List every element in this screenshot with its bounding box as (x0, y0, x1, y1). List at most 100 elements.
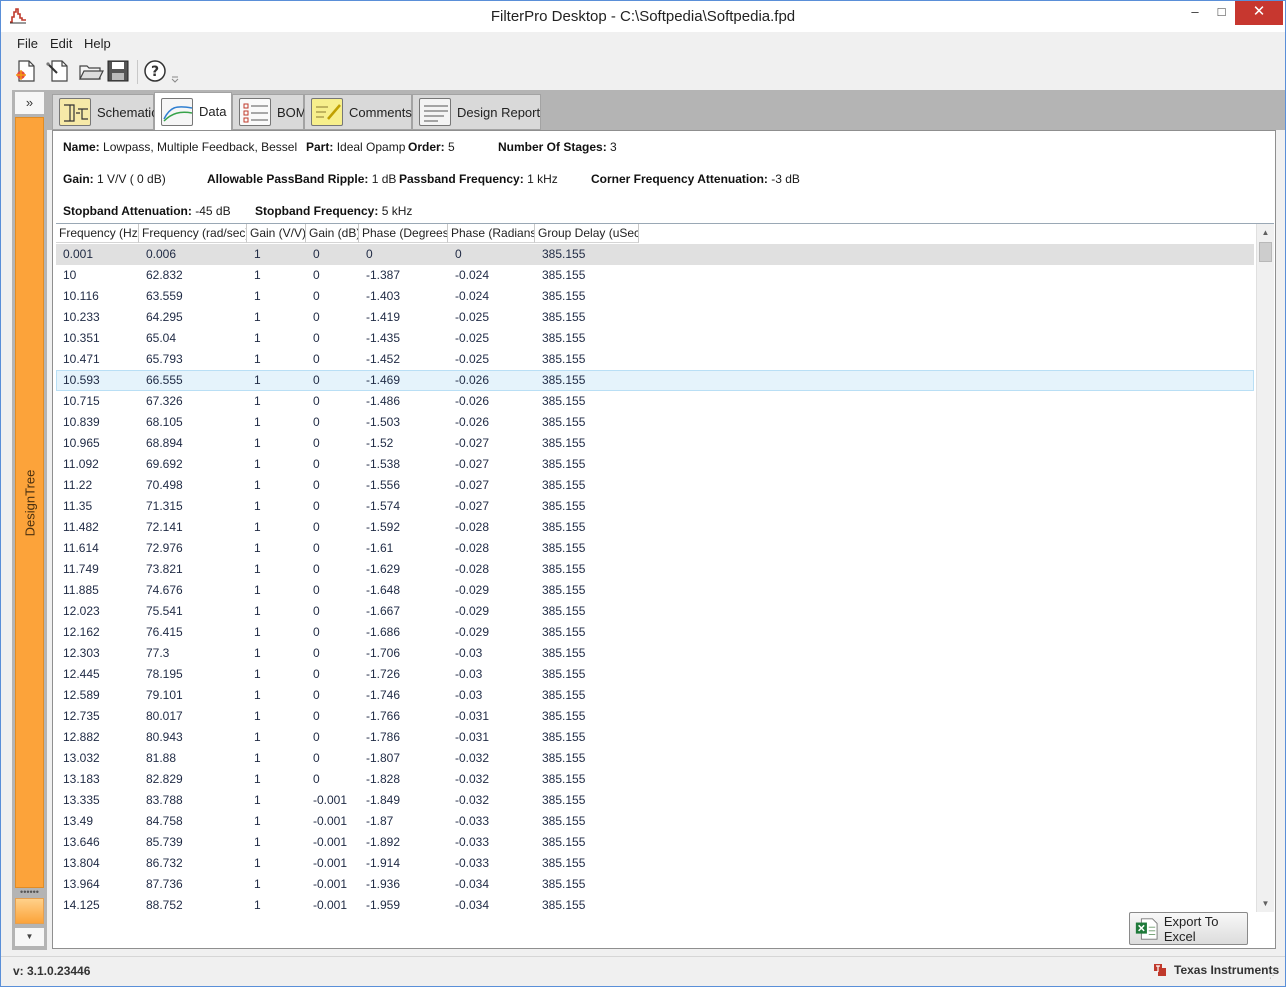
table-cell: 0 (313, 415, 320, 429)
new-file-icon[interactable] (13, 58, 39, 84)
data-grid[interactable]: Frequency (Hz) Frequency (rad/sec) Gain (V… (56, 223, 1274, 912)
new-wizard-icon[interactable] (45, 58, 71, 84)
table-row[interactable]: 0.001 0.006 1 0 0 0 385.155 (56, 244, 1254, 265)
comments-note-icon (311, 98, 343, 126)
table-row[interactable]: 10.593 66.555 1 0 -1.469 -0.026 385.155 (56, 370, 1254, 391)
table-cell: 12.023 (63, 604, 100, 618)
maximize-button[interactable]: □ (1208, 1, 1235, 25)
table-cell: 0 (313, 625, 320, 639)
tab-comments[interactable]: Comments (304, 94, 412, 130)
menu-edit[interactable]: Edit (50, 36, 72, 51)
scroll-down-icon[interactable]: ▼ (1257, 895, 1274, 912)
column-header[interactable]: Phase (Degrees) (359, 224, 448, 243)
table-row[interactable]: 12.162 76.415 1 0 -1.686 -0.029 385.155 (56, 622, 1254, 643)
table-row[interactable]: 12.303 77.3 1 0 -1.706 -0.03 385.155 (56, 643, 1254, 664)
column-header[interactable]: Frequency (rad/sec) (139, 224, 247, 243)
expand-panel-button[interactable]: » (15, 92, 44, 114)
table-row[interactable]: 10.116 63.559 1 0 -1.403 -0.024 385.155 (56, 286, 1254, 307)
table-cell: -1.766 (366, 709, 401, 723)
table-row[interactable]: 10.351 65.04 1 0 -1.435 -0.025 385.155 (56, 328, 1254, 349)
scroll-thumb[interactable] (1259, 242, 1272, 262)
table-cell: 1 (254, 268, 261, 282)
column-header[interactable]: Gain (dB) (306, 224, 359, 243)
table-row[interactable]: 13.646 85.739 1 -0.001 -1.892 -0.033 385.155 (56, 832, 1254, 853)
toolbar-overflow-icon[interactable] (170, 74, 180, 84)
designtree-panel: » DesignTree •••••• ▼ (12, 90, 47, 950)
close-button[interactable]: ✕ (1235, 1, 1283, 25)
table-row[interactable]: 11.885 74.676 1 0 -1.648 -0.029 385.155 (56, 580, 1254, 601)
version-text: v: 3.1.0.23446 (13, 964, 91, 978)
table-row[interactable]: 11.749 73.821 1 0 -1.629 -0.028 385.155 (56, 559, 1254, 580)
table-cell: 385.155 (542, 352, 586, 366)
table-cell: 0 (313, 520, 320, 534)
table-row[interactable]: 11.482 72.141 1 0 -1.592 -0.028 385.155 (56, 517, 1254, 538)
resize-grip[interactable]: ⋰ (1269, 971, 1277, 980)
table-row[interactable]: 13.335 83.788 1 -0.001 -1.849 -0.032 385.155 (56, 790, 1254, 811)
menu-file[interactable]: File (17, 36, 38, 51)
table-row[interactable]: 14.125 88.752 1 -0.001 -1.959 -0.034 385.155 (56, 895, 1254, 912)
table-row[interactable]: 13.964 87.736 1 -0.001 -1.936 -0.034 385.155 (56, 874, 1254, 895)
table-cell: 13.032 (63, 751, 100, 765)
table-cell: 1 (254, 625, 261, 639)
menu-help[interactable]: Help (84, 36, 111, 51)
column-header[interactable]: Group Delay (uSec) (535, 224, 639, 243)
table-cell: 10.839 (63, 415, 100, 429)
table-row[interactable]: 13.183 82.829 1 0 -1.828 -0.032 385.155 (56, 769, 1254, 790)
table-row[interactable]: 10.715 67.326 1 0 -1.486 -0.026 385.155 (56, 391, 1254, 412)
grid-body[interactable]: 0.001 0.006 1 0 0 0 385.155 10 62.832 1 0 -1.387 -0.… (56, 244, 1254, 912)
status-bar: v: 3.1.0.23446 Texas Instruments ⋰ (1, 956, 1285, 986)
minimize-button[interactable]: ‒ (1182, 1, 1208, 25)
table-row[interactable]: 13.804 86.732 1 -0.001 -1.914 -0.033 385.155 (56, 853, 1254, 874)
table-cell: 11.092 (63, 457, 99, 471)
table-row[interactable]: 13.032 81.88 1 0 -1.807 -0.032 385.155 (56, 748, 1254, 769)
tab-design-report[interactable]: Design Report (412, 94, 541, 130)
table-row[interactable]: 10.471 65.793 1 0 -1.452 -0.025 385.155 (56, 349, 1254, 370)
table-row[interactable]: 12.735 80.017 1 0 -1.766 -0.031 385.155 (56, 706, 1254, 727)
table-row[interactable]: 12.882 80.943 1 0 -1.786 -0.031 385.155 (56, 727, 1254, 748)
table-cell: 0 (313, 457, 320, 471)
table-cell: 385.155 (542, 646, 586, 660)
table-row[interactable]: 11.092 69.692 1 0 -1.538 -0.027 385.155 (56, 454, 1254, 475)
table-cell: 0 (313, 331, 320, 345)
table-row[interactable]: 11.35 71.315 1 0 -1.574 -0.027 385.155 (56, 496, 1254, 517)
designtree-tab[interactable]: DesignTree (15, 117, 44, 888)
table-row[interactable]: 12.023 75.541 1 0 -1.667 -0.029 385.155 (56, 601, 1254, 622)
title-bar[interactable]: FilterPro Desktop - C:\Softpedia\Softped… (1, 1, 1285, 32)
save-icon[interactable] (105, 58, 131, 84)
tab-data[interactable]: Data (154, 92, 232, 130)
table-cell: -1.87 (366, 814, 394, 828)
table-cell: 0 (313, 604, 320, 618)
column-header[interactable]: Gain (V/V) (247, 224, 306, 243)
table-row[interactable]: 10 62.832 1 0 -1.387 -0.024 385.155 (56, 265, 1254, 286)
column-header[interactable]: Frequency (Hz) (56, 224, 139, 243)
table-row[interactable]: 12.589 79.101 1 0 -1.746 -0.03 385.155 (56, 685, 1254, 706)
table-row[interactable]: 11.22 70.498 1 0 -1.556 -0.027 385.155 (56, 475, 1254, 496)
chevron-down-icon[interactable]: ▼ (15, 928, 44, 946)
column-header[interactable]: Phase (Radians) (448, 224, 535, 243)
tab-bom[interactable]: BOM (232, 94, 307, 130)
table-row[interactable]: 10.233 64.295 1 0 -1.419 -0.025 385.155 (56, 307, 1254, 328)
table-cell: 1 (254, 898, 261, 912)
table-cell: 1 (254, 772, 261, 786)
table-cell: 11.885 (63, 583, 99, 597)
table-cell: -1.706 (366, 646, 401, 660)
table-row[interactable]: 11.614 72.976 1 0 -1.61 -0.028 385.155 (56, 538, 1254, 559)
tab-schematic[interactable]: Schematic (52, 94, 158, 130)
table-row[interactable]: 10.839 68.105 1 0 -1.503 -0.026 385.155 (56, 412, 1254, 433)
table-row[interactable]: 13.49 84.758 1 -0.001 -1.87 -0.033 385.155 (56, 811, 1254, 832)
table-cell: -1.746 (366, 688, 401, 702)
vertical-scrollbar[interactable]: ▲ ▼ (1256, 224, 1274, 912)
splitter-grip[interactable]: •••••• (15, 888, 44, 897)
table-cell: 12.445 (63, 667, 100, 681)
help-icon[interactable]: ? (142, 58, 168, 84)
table-row[interactable]: 10.965 68.894 1 0 -1.52 -0.027 385.155 (56, 433, 1254, 454)
table-cell: -0.026 (455, 394, 490, 408)
table-cell: 11.35 (63, 499, 93, 513)
open-folder-icon[interactable] (78, 58, 104, 84)
scroll-up-icon[interactable]: ▲ (1257, 224, 1274, 241)
designtree-slider[interactable] (15, 898, 44, 924)
table-row[interactable]: 12.445 78.195 1 0 -1.726 -0.03 385.155 (56, 664, 1254, 685)
export-to-excel-button[interactable]: Export To Excel (1129, 912, 1248, 945)
table-cell: 1 (254, 436, 261, 450)
table-cell: -1.686 (366, 625, 401, 639)
